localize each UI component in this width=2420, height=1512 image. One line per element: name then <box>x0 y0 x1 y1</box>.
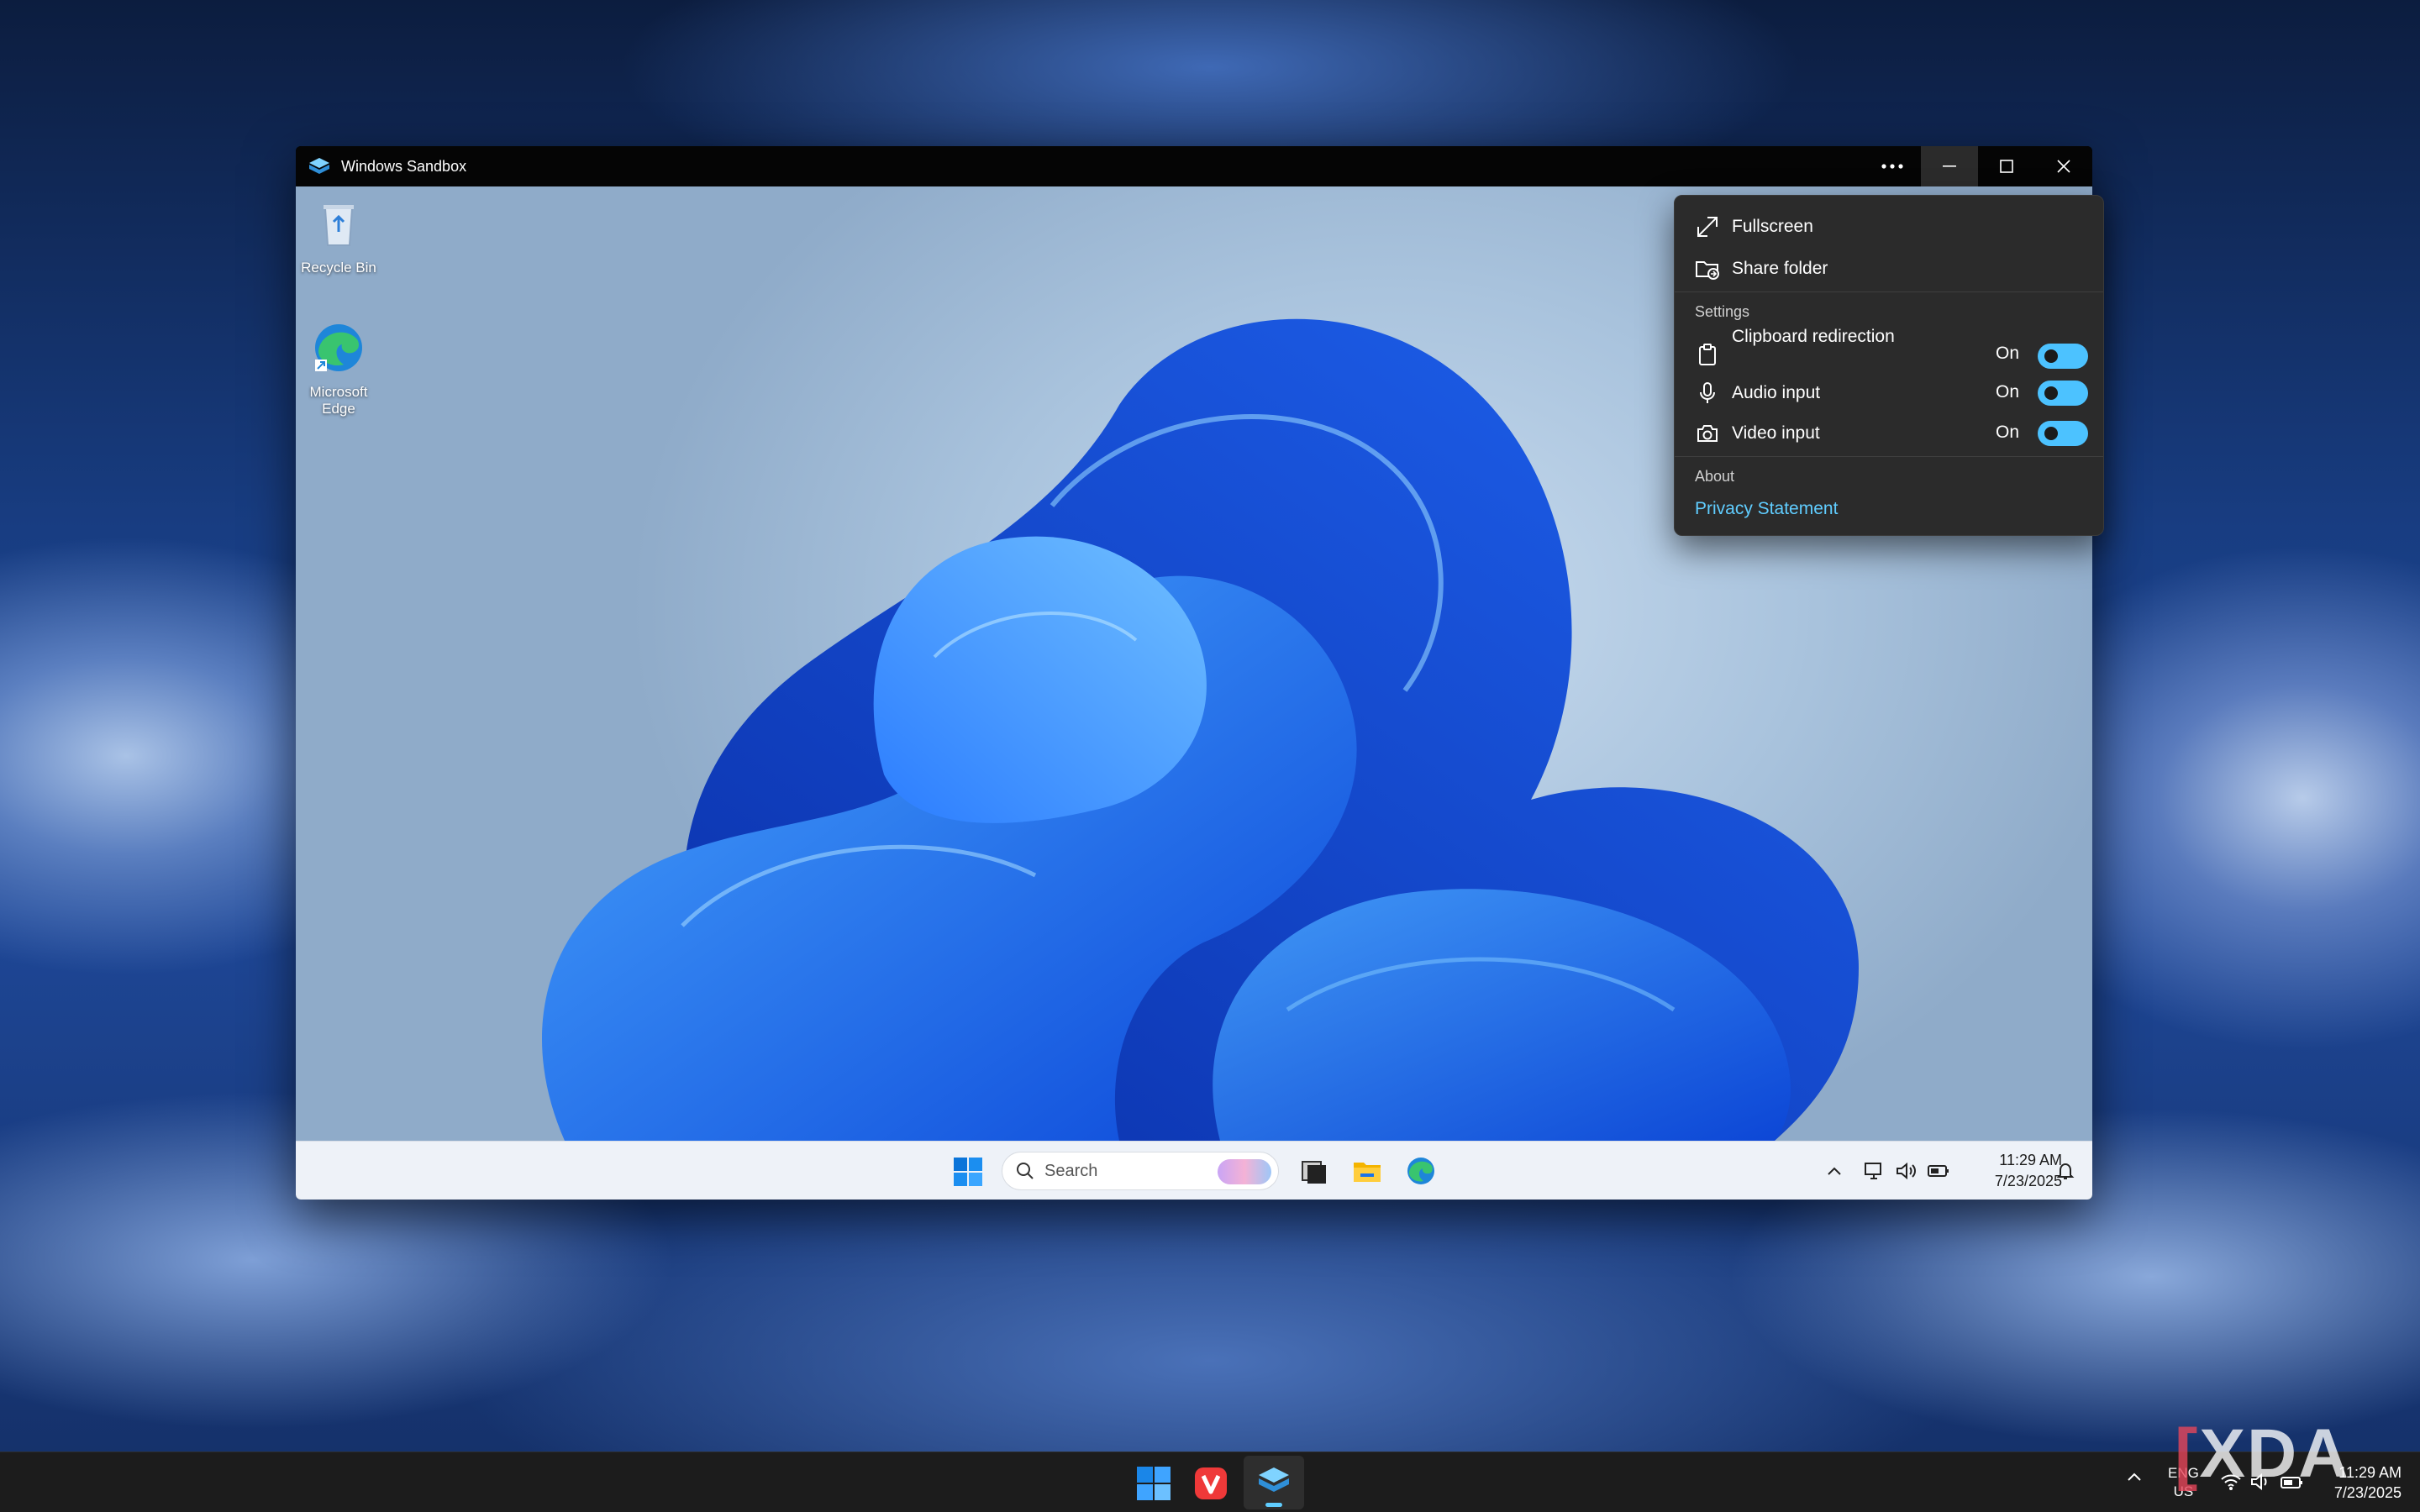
chevron-up-icon <box>1828 1167 1841 1175</box>
setting-label-clipboard: Clipboard redirection <box>1732 327 1895 346</box>
sandbox-options-menu: Fullscreen Share folder Settings Clipboa… <box>1674 195 2104 536</box>
task-view-icon[interactable] <box>1297 1155 1329 1187</box>
sandbox-date: 7/23/2025 <box>1994 1173 2062 1189</box>
setting-label-audio: Audio input <box>1732 383 1821 402</box>
menu-label-share-folder: Share folder <box>1732 259 1828 278</box>
setting-label-video: Video input <box>1732 423 1820 443</box>
search-placeholder: Search <box>1044 1161 1098 1180</box>
sandbox-taskbar: Search 11:29 AM 7/23/2025 <box>296 1141 2092 1200</box>
clipboard-state: On <box>1995 344 2019 363</box>
battery-icon <box>1928 1165 1949 1177</box>
host-start-icon[interactable] <box>1136 1466 1171 1501</box>
clipboard-icon <box>1699 344 1716 365</box>
setting-audio-input: Audio input On <box>1675 375 2103 411</box>
menu-label-fullscreen: Fullscreen <box>1732 217 1813 236</box>
taskbar-search-box[interactable]: Search <box>1002 1152 1279 1190</box>
title-bar[interactable]: Windows Sandbox <box>296 146 2092 186</box>
sandbox-taskbar-icon <box>1259 1467 1289 1492</box>
audio-state: On <box>1995 382 2019 402</box>
more-options-button[interactable] <box>1864 146 1921 186</box>
about-header: About <box>1695 468 1735 485</box>
microphone-icon <box>1700 382 1715 403</box>
sandbox-clock[interactable]: 11:29 AM 7/23/2025 <box>1995 1150 2062 1192</box>
host-taskbar: ENG US 11:29 AM 7/23/2025 <box>0 1452 2420 1512</box>
tray-volume[interactable] <box>1896 1142 1918 1200</box>
video-state: On <box>1995 423 2019 442</box>
setting-clipboard-redirection: Clipboard redirection On <box>1675 325 2103 370</box>
tray-network[interactable] <box>1864 1142 1884 1200</box>
sandbox-app-icon <box>308 155 331 178</box>
file-explorer-icon[interactable] <box>1351 1155 1383 1187</box>
clipboard-toggle[interactable] <box>2038 344 2088 369</box>
settings-header: Settings <box>1695 303 1750 320</box>
tray-overflow-chevron[interactable] <box>1827 1142 1842 1200</box>
tray-battery[interactable] <box>1928 1142 1949 1200</box>
chevron-up-icon <box>2128 1473 2141 1481</box>
privacy-statement-label: Privacy Statement <box>1695 499 1839 518</box>
notification-bell-icon <box>2056 1163 2075 1179</box>
host-taskbar-sandbox[interactable] <box>1244 1456 1304 1509</box>
close-button[interactable] <box>2035 146 2092 186</box>
xda-watermark: [XDA <box>2175 1415 2350 1492</box>
menu-item-share-folder[interactable]: Share folder <box>1675 251 2103 286</box>
edge-taskbar-icon[interactable] <box>1405 1155 1437 1187</box>
minimize-button[interactable] <box>1921 146 1978 186</box>
menu-item-fullscreen[interactable]: Fullscreen <box>1675 209 2103 244</box>
setting-video-input: Video input On <box>1675 416 2103 451</box>
sandbox-time: 11:29 AM <box>1999 1152 2062 1168</box>
search-highlight-icon <box>1218 1159 1271 1184</box>
menu-divider <box>1675 291 2103 292</box>
share-folder-icon <box>1696 261 1719 280</box>
start-icon[interactable] <box>953 1157 983 1187</box>
window-title: Windows Sandbox <box>341 157 467 175</box>
desktop-icon-label: Microsoft Edge <box>309 384 368 417</box>
host-tray-chevron[interactable] <box>2126 1471 2143 1487</box>
volume-icon <box>1897 1162 1916 1180</box>
maximize-button[interactable] <box>1978 146 2035 186</box>
fullscreen-icon <box>1697 217 1718 237</box>
vivaldi-icon[interactable] <box>1193 1466 1228 1501</box>
video-toggle[interactable] <box>2038 421 2088 446</box>
camera-icon <box>1697 425 1718 442</box>
desktop-icon-recycle-bin[interactable]: Recycle Bin <box>296 197 385 276</box>
recycle-bin-icon <box>324 205 354 246</box>
desktop-icon-label: Recycle Bin <box>301 260 376 276</box>
menu-divider <box>1675 456 2103 457</box>
network-icon <box>1865 1163 1881 1179</box>
tray-notifications[interactable] <box>2055 1142 2075 1200</box>
search-icon <box>1017 1163 1034 1179</box>
edge-icon <box>315 324 362 371</box>
audio-toggle[interactable] <box>2038 381 2088 406</box>
desktop-icon-edge[interactable]: Microsoft Edge <box>296 321 385 417</box>
privacy-statement-link[interactable]: Privacy Statement <box>1675 495 2103 523</box>
